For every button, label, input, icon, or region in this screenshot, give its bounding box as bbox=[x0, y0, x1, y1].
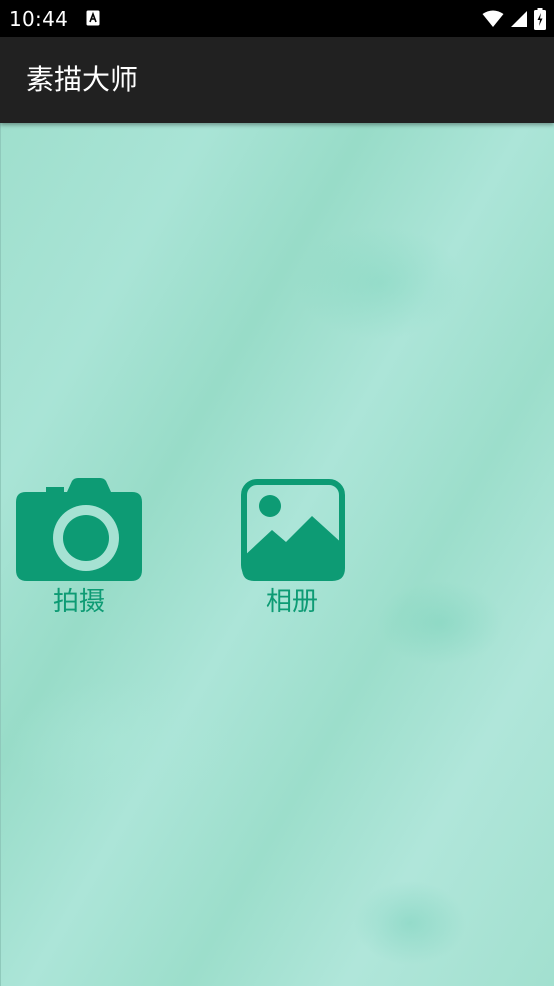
album-label: 相册 bbox=[265, 587, 318, 617]
wifi-icon bbox=[482, 10, 504, 27]
camera-label: 拍摄 bbox=[52, 587, 105, 617]
app-screen: 10:44 素描大师 拍摄 相册 bbox=[0, 0, 554, 986]
image-gallery-icon bbox=[241, 479, 345, 581]
camera-icon bbox=[16, 478, 142, 581]
text-notification-icon bbox=[86, 10, 100, 26]
status-bar: 10:44 bbox=[0, 0, 554, 37]
camera-button[interactable]: 拍摄 bbox=[14, 478, 144, 618]
status-time: 10:44 bbox=[9, 7, 69, 31]
battery-charging-icon bbox=[534, 8, 546, 30]
status-icons bbox=[482, 8, 546, 30]
app-title: 素描大师 bbox=[26, 63, 139, 96]
content-edge bbox=[0, 123, 1, 986]
cellular-signal-icon bbox=[511, 11, 527, 27]
album-button[interactable]: 相册 bbox=[238, 478, 346, 618]
app-bar: 素描大师 bbox=[0, 37, 554, 123]
